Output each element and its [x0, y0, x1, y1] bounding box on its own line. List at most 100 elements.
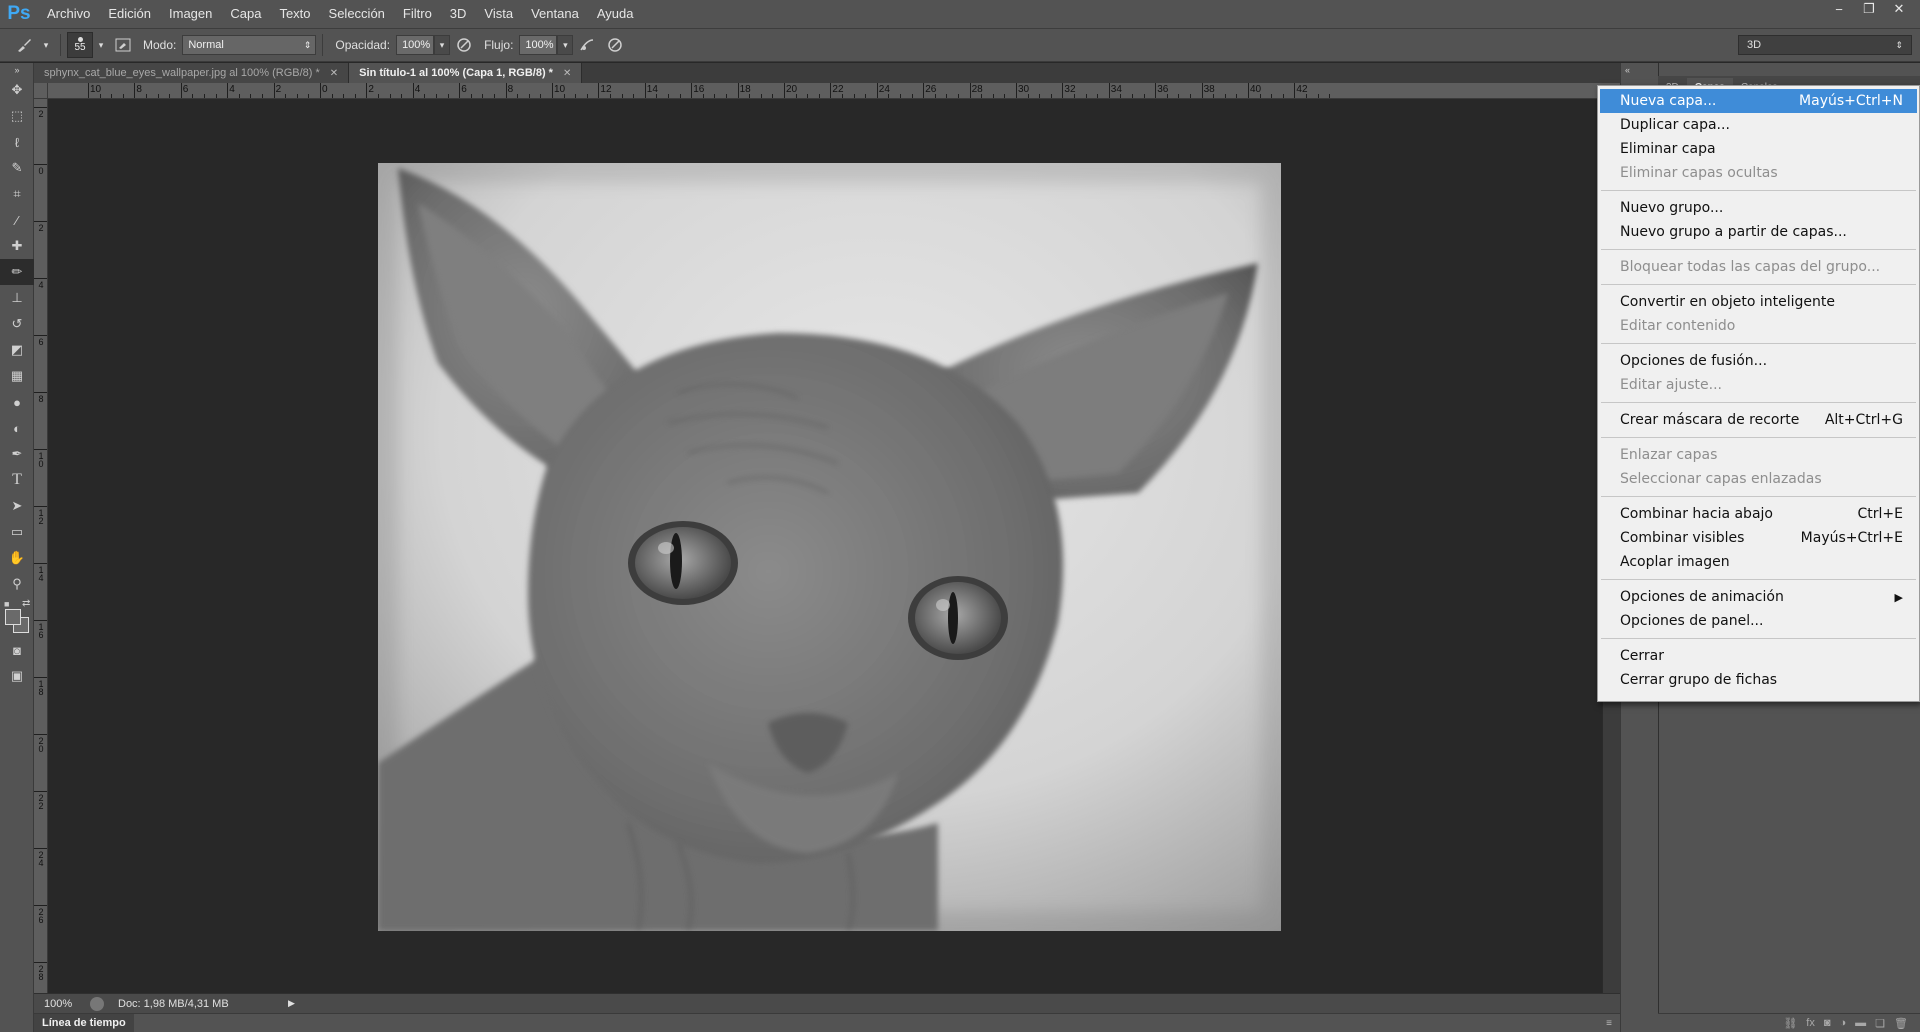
default-colors-icon[interactable]: ■: [4, 599, 9, 609]
zoom-level[interactable]: 100%: [44, 998, 88, 1010]
menu-texto[interactable]: Texto: [270, 0, 319, 28]
opacity-label: Opacidad:: [335, 38, 391, 52]
menu-edicion[interactable]: Edición: [99, 0, 160, 28]
lasso-tool-icon[interactable]: ℓ: [0, 129, 34, 155]
menu-ayuda[interactable]: Ayuda: [588, 0, 643, 28]
brush-panel-toggle-icon[interactable]: [112, 34, 134, 56]
tab-sphynx-document[interactable]: sphynx_cat_blue_eyes_wallpaper.jpg al 10…: [34, 63, 350, 83]
flow-input[interactable]: 100%: [519, 35, 558, 55]
eyedropper-tool-icon[interactable]: ⁄: [0, 207, 34, 233]
brush-preset-picker[interactable]: 55: [67, 32, 93, 58]
menu-item-crear-mascara-de-recorte[interactable]: Crear máscara de recorte Alt+Ctrl+G: [1598, 408, 1919, 432]
status-menu-arrow-icon[interactable]: ▶: [288, 998, 295, 1009]
menu-capa[interactable]: Capa: [221, 0, 270, 28]
opacity-input[interactable]: 100%: [396, 35, 435, 55]
link-layers-icon[interactable]: ⛓: [1783, 1017, 1797, 1030]
canvas-pasteboard[interactable]: [48, 99, 1602, 999]
brush-tool-icon[interactable]: ✏: [0, 259, 34, 285]
menu-item-opciones-de-panel[interactable]: Opciones de panel...: [1598, 609, 1919, 633]
status-export-icon[interactable]: [90, 996, 104, 1011]
cat-photo-layer[interactable]: [378, 163, 1281, 931]
pressure-opacity-icon[interactable]: [453, 34, 475, 56]
menu-imagen[interactable]: Imagen: [160, 0, 221, 28]
toolbar-collapse-icon[interactable]: »: [0, 63, 34, 77]
foreground-color-swatch[interactable]: [5, 609, 21, 625]
delete-layer-icon[interactable]: 🗑: [1894, 1017, 1908, 1030]
panel-strip-collapse-icon[interactable]: «: [1621, 63, 1658, 77]
hand-tool-icon[interactable]: ✋: [0, 545, 34, 571]
tab-label: sphynx_cat_blue_eyes_wallpaper.jpg al 10…: [44, 67, 320, 79]
airbrush-icon[interactable]: [576, 34, 598, 56]
quick-selection-tool-icon[interactable]: ✎: [0, 155, 34, 181]
brush-tool-preset-icon[interactable]: [13, 34, 35, 56]
menu-item-combinar-visibles[interactable]: Combinar visibles Mayús+Ctrl+E: [1598, 526, 1919, 550]
workspace-select[interactable]: 3D ⇕: [1738, 35, 1912, 55]
menu-item-cerrar[interactable]: Cerrar: [1598, 644, 1919, 668]
menu-item-opciones-de-fusion[interactable]: Opciones de fusión...: [1598, 349, 1919, 373]
menu-seleccion[interactable]: Selección: [320, 0, 394, 28]
zoom-tool-icon[interactable]: ⚲: [0, 571, 34, 597]
menu-separator: [1601, 402, 1916, 403]
menu-archivo[interactable]: Archivo: [38, 0, 99, 28]
rectangle-tool-icon[interactable]: ▭: [0, 519, 34, 545]
menu-item-convertir-en-objeto-inteligente[interactable]: Convertir en objeto inteligente: [1598, 290, 1919, 314]
tab-untitled-document[interactable]: Sin título-1 al 100% (Capa 1, RGB/8) * ✕: [349, 63, 583, 83]
screen-mode-icon[interactable]: ▣: [0, 663, 34, 689]
timeline-menu-icon[interactable]: ≡: [1606, 1018, 1612, 1029]
menu-item-combinar-hacia-abajo[interactable]: Combinar hacia abajo Ctrl+E: [1598, 502, 1919, 526]
vertical-ruler[interactable]: 2 0 2 4 6 8 1 0 1 2 1 4 1 6 1 8 2 0 2 2 2 4 2 6 2 8: [34, 99, 48, 999]
menu-item-acoplar-imagen[interactable]: Acoplar imagen: [1598, 550, 1919, 574]
close-tab-icon[interactable]: ✕: [330, 68, 338, 79]
ruler-minor-tick: [772, 94, 774, 98]
menu-item-cerrar-grupo-de-fichas[interactable]: Cerrar grupo de fichas: [1598, 668, 1919, 692]
ruler-minor-tick: [563, 94, 565, 98]
close-button[interactable]: ✕: [1886, 0, 1912, 18]
healing-brush-tool-icon[interactable]: ✚: [0, 233, 34, 259]
eraser-tool-icon[interactable]: ◩: [0, 337, 34, 363]
add-mask-icon[interactable]: ◙: [1824, 1017, 1831, 1029]
menu-item-nueva-capa[interactable]: Nueva capa... Mayús+Ctrl+N: [1600, 89, 1917, 113]
pen-tool-icon[interactable]: ✒: [0, 441, 34, 467]
menu-vista[interactable]: Vista: [475, 0, 522, 28]
ruler-minor-tick: [1166, 94, 1168, 98]
move-tool-icon[interactable]: ✥: [0, 77, 34, 103]
type-tool-icon[interactable]: T: [0, 467, 34, 493]
quick-mask-icon[interactable]: ◙: [0, 637, 34, 663]
flow-dropdown-icon[interactable]: ▾: [557, 35, 574, 55]
mode-select[interactable]: Normal ⇕: [182, 35, 317, 55]
ruler-major-tick: [34, 563, 47, 564]
swap-colors-icon[interactable]: ⇄: [22, 598, 30, 609]
clone-stamp-tool-icon[interactable]: ⊥: [0, 285, 34, 311]
gradient-tool-icon[interactable]: ▦: [0, 363, 34, 389]
menu-item-nuevo-grupo[interactable]: Nuevo grupo...: [1598, 196, 1919, 220]
blur-tool-icon[interactable]: ●: [0, 389, 34, 415]
path-selection-tool-icon[interactable]: ➤: [0, 493, 34, 519]
close-tab-icon[interactable]: ✕: [563, 68, 571, 79]
opacity-dropdown-icon[interactable]: ▾: [434, 35, 451, 55]
restore-button[interactable]: ❐: [1856, 0, 1882, 18]
horizontal-ruler[interactable]: 10 8 6 4 2 0 2 4 6 8 10 12 14 16 18 20 22 24 26 28 30 32 34 36 3…: [48, 83, 1620, 99]
tool-preset-dropdown-icon[interactable]: ▾: [38, 35, 54, 55]
menu-item-nuevo-grupo-a-partir-de-capas[interactable]: Nuevo grupo a partir de capas...: [1598, 220, 1919, 244]
new-group-icon[interactable]: ▬: [1855, 1017, 1866, 1029]
menu-3d[interactable]: 3D: [441, 0, 476, 28]
tab-timeline[interactable]: Línea de tiempo: [34, 1014, 134, 1032]
color-swatches[interactable]: ■ ⇄: [0, 597, 34, 637]
menu-item-opciones-de-animacion[interactable]: Opciones de animación ▶: [1598, 585, 1919, 609]
new-layer-icon[interactable]: ❏: [1875, 1017, 1885, 1030]
layer-style-icon[interactable]: fx: [1806, 1017, 1815, 1029]
pressure-size-icon[interactable]: [604, 34, 626, 56]
brush-preset-dropdown-icon[interactable]: ▾: [93, 35, 109, 55]
ruler-major-tick: [34, 905, 47, 906]
menu-filtro[interactable]: Filtro: [394, 0, 441, 28]
adjustment-layer-icon[interactable]: ◑: [1840, 1017, 1847, 1029]
menu-item-eliminar-capa[interactable]: Eliminar capa: [1598, 137, 1919, 161]
marquee-tool-icon[interactable]: ⬚: [0, 103, 34, 129]
minimize-button[interactable]: −: [1826, 0, 1852, 18]
menu-item-duplicar-capa[interactable]: Duplicar capa...: [1598, 113, 1919, 137]
menu-ventana[interactable]: Ventana: [522, 0, 588, 28]
ruler-origin[interactable]: [34, 83, 48, 99]
crop-tool-icon[interactable]: ⌗: [0, 181, 34, 207]
history-brush-tool-icon[interactable]: ↺: [0, 311, 34, 337]
dodge-tool-icon[interactable]: ◐: [0, 415, 34, 441]
